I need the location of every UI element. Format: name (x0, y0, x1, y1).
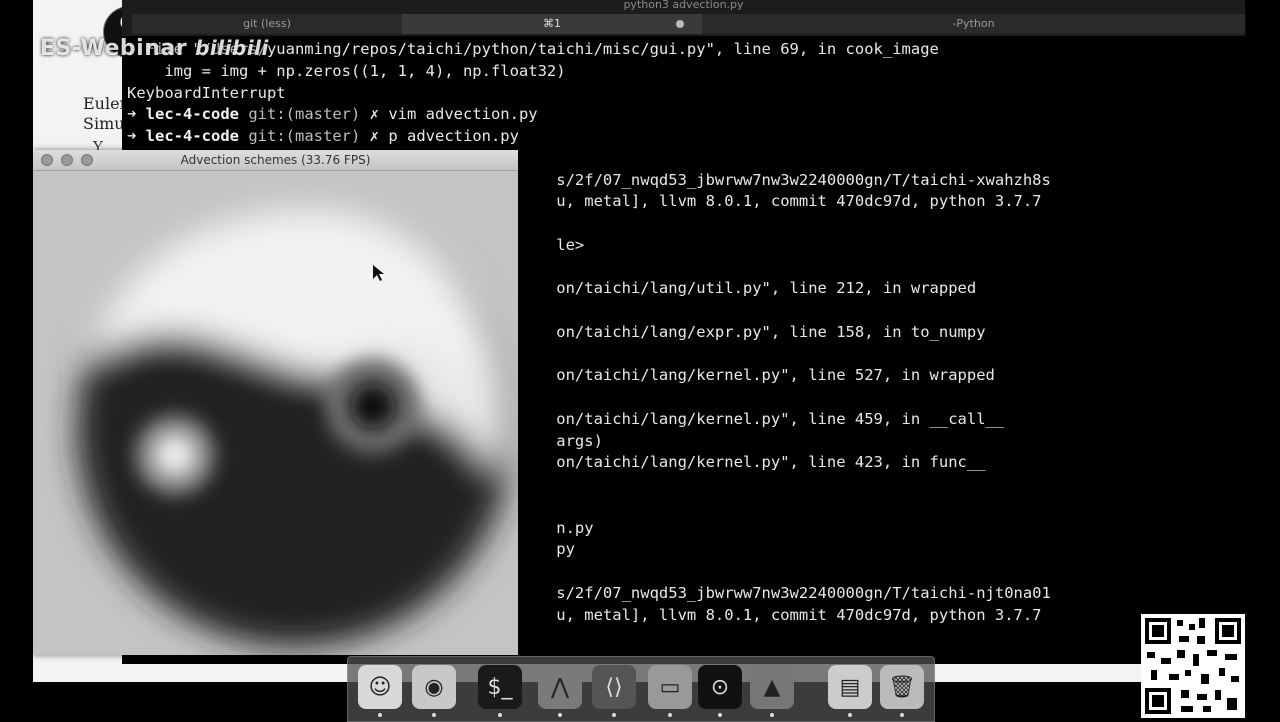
dock-keynote-icon[interactable]: ▭ (648, 665, 692, 709)
dock-running-indicator (718, 713, 722, 717)
gui-titlebar[interactable]: Advection schemes (33.76 FPS) (33, 150, 518, 171)
prompt-git-branch: git:(master) (248, 105, 370, 124)
dock-running-indicator (558, 713, 562, 717)
gui-window-title: Advection schemes (33.76 FPS) (180, 153, 371, 167)
dock-trash-icon[interactable]: 🗑 (880, 665, 924, 709)
dock-documents-icon[interactable]: ▤ (828, 665, 872, 709)
tab-close-icon[interactable] (676, 20, 684, 28)
terminal-line: KeyboardInterrupt (127, 83, 286, 102)
terminal-window-title: python3 advection.py (623, 0, 744, 11)
tab-label: ⌘1 (543, 17, 561, 30)
tab-label: git (less) (243, 17, 291, 30)
macos-dock: ☺ ◉ $_ ⋀ ⟨⟩ ▭ ⊙ ▲ ▤ 🗑 (347, 656, 935, 722)
tab-git-less[interactable]: git (less) (132, 14, 403, 34)
terminal-line: ➜ lec-4-code git:(master) ✗ vim advectio… (127, 103, 538, 125)
dock-obs-icon[interactable]: ⊙ (698, 665, 742, 709)
dock-running-indicator (612, 713, 616, 717)
dock-running-indicator (498, 713, 502, 717)
prompt-command: vim advection.py (388, 105, 538, 124)
prompt-dirty-icon: ✗ (369, 105, 389, 124)
dock-visual-studio-code-icon[interactable]: ⟨⟩ (592, 665, 636, 709)
dock-running-indicator (848, 713, 852, 717)
yin-yang-render (33, 171, 518, 655)
dock-terminal-icon[interactable]: $_ (478, 665, 522, 709)
terminal-tab-bar: python3 advection.py git (less) ⌘1 -Pyth… (122, 0, 1246, 36)
dock-running-indicator (770, 713, 774, 717)
dock-running-indicator (432, 713, 436, 717)
dock-rocket-icon[interactable]: ▲ (750, 665, 794, 709)
prompt-dirty-icon: ✗ (369, 127, 389, 145)
dock-running-indicator (668, 713, 672, 717)
prompt-git-branch: git:(master) (248, 127, 370, 145)
bilibili-logo: bilibili (195, 36, 269, 60)
terminal-line: img = img + np.zeros((1, 1, 4), np.float… (127, 61, 566, 80)
prompt-arrow-icon: ➜ (127, 127, 146, 145)
dock-chrome-icon[interactable]: ◉ (412, 665, 456, 709)
qr-code-icon (1141, 614, 1245, 718)
dock-running-indicator (378, 713, 382, 717)
prompt-command: p advection.py (388, 127, 519, 145)
tab-label: -Python (952, 17, 995, 30)
qr-code (1141, 614, 1245, 718)
prompt-directory: lec-4-code (145, 105, 249, 124)
prompt-directory: lec-4-code (145, 127, 249, 145)
tab-python[interactable]: -Python (702, 14, 1246, 34)
watermark-text: ES-Webinar (40, 36, 188, 61)
tab-python-active[interactable]: ⌘1 (402, 14, 703, 34)
dock-running-indicator (900, 713, 904, 717)
terminal-line: ➜ lec-4-code git:(master) ✗ p advection.… (127, 125, 519, 147)
dock-acrobat-icon[interactable]: ⋀ (538, 665, 582, 709)
advection-gui-window[interactable]: Advection schemes (33.76 FPS) (33, 150, 518, 655)
webinar-watermark: ES-Webinar bilibili (40, 36, 269, 61)
prompt-arrow-icon: ➜ (127, 105, 146, 124)
dock-finder-icon[interactable]: ☺ (358, 665, 402, 709)
advection-canvas[interactable] (33, 171, 518, 655)
